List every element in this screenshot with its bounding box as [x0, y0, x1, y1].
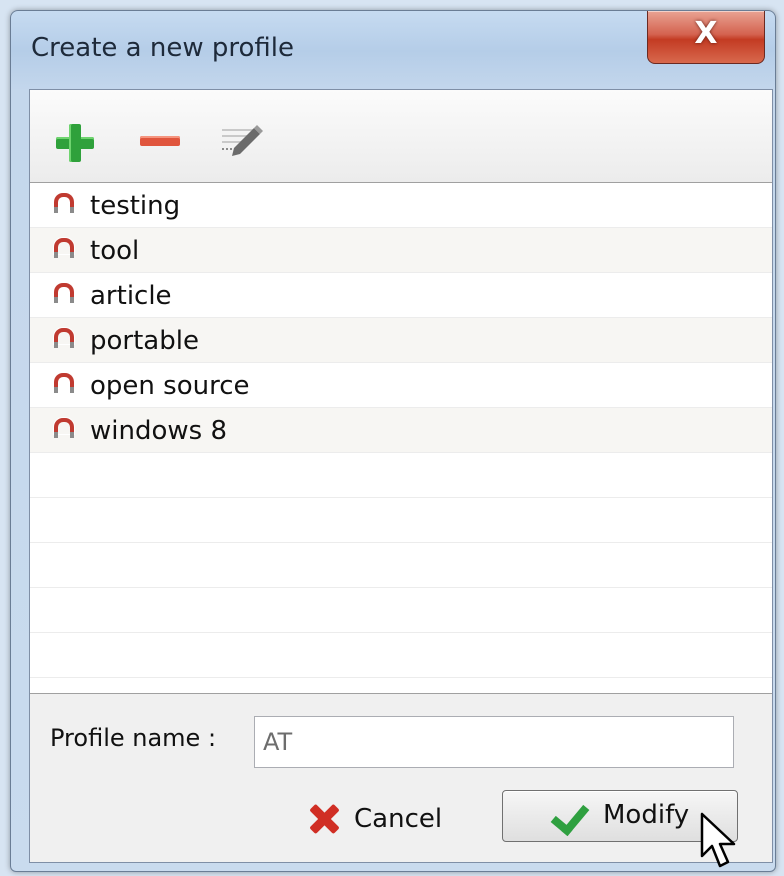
title-bar[interactable]: Create a new profile X [11, 11, 775, 89]
add-profile-button[interactable] [50, 118, 98, 166]
list-item[interactable]: testing [30, 183, 772, 228]
magnet-icon [54, 283, 74, 303]
magnet-icon [54, 373, 74, 393]
dialog-body: testing tool article portable open sourc… [29, 89, 773, 863]
list-item[interactable]: open source [30, 363, 772, 408]
list-item[interactable]: article [30, 273, 772, 318]
close-icon: X [694, 16, 718, 51]
profile-name-input[interactable] [254, 716, 734, 768]
dialog-title: Create a new profile [31, 33, 294, 63]
empty-row [30, 453, 772, 498]
magnet-icon [54, 418, 74, 438]
toolbar [30, 90, 772, 183]
list-item-label: article [90, 281, 172, 311]
cancel-label: Cancel [354, 804, 443, 834]
list-item-label: windows 8 [90, 416, 227, 446]
empty-row [30, 498, 772, 543]
empty-row [30, 588, 772, 633]
list-item[interactable]: portable [30, 318, 772, 363]
checkmark-icon [550, 795, 590, 837]
list-item-label: testing [90, 191, 181, 221]
magnet-icon [54, 238, 74, 258]
cancel-x-icon [308, 802, 340, 834]
edit-pen-icon [222, 125, 263, 156]
cancel-button[interactable]: Cancel [300, 792, 446, 844]
list-item[interactable]: tool [30, 228, 772, 273]
list-item-label: portable [90, 326, 199, 356]
magnet-icon [54, 193, 74, 213]
empty-row [30, 633, 772, 678]
edit-profile-button[interactable] [216, 118, 264, 166]
remove-profile-button[interactable] [136, 118, 184, 166]
mouse-cursor-icon [700, 812, 736, 868]
list-item[interactable]: windows 8 [30, 408, 772, 453]
empty-row [30, 543, 772, 588]
list-item-label: open source [90, 371, 250, 401]
modify-label: Modify [603, 800, 690, 830]
profile-dialog: Create a new profile X testing tool arti… [10, 10, 776, 872]
close-button[interactable]: X [647, 11, 765, 64]
profile-name-label: Profile name : [50, 724, 217, 752]
profile-list[interactable]: testing tool article portable open sourc… [30, 183, 772, 694]
magnet-icon [54, 328, 74, 348]
list-item-label: tool [90, 236, 140, 266]
